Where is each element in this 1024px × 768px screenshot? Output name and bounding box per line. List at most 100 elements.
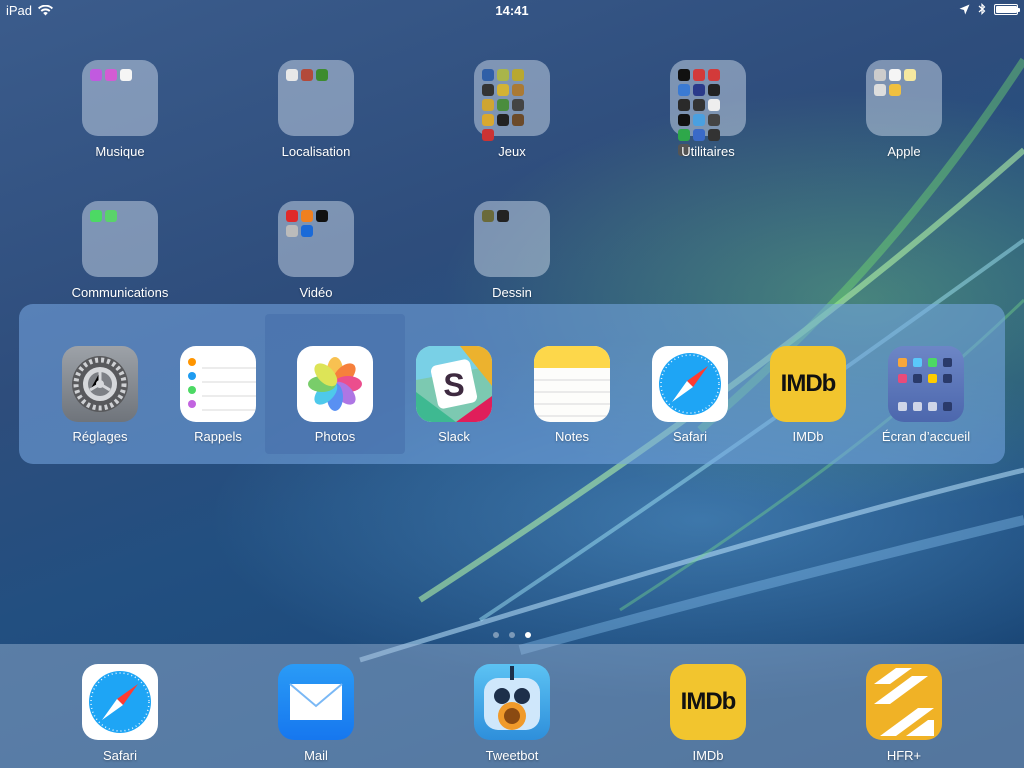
- switcher-app-label: Réglages: [72, 429, 128, 444]
- dock-app-label: Mail: [304, 748, 328, 763]
- switcher-app-label: Safari: [673, 429, 707, 444]
- folder-app-icon: [678, 84, 690, 96]
- folder-app-icon: [497, 114, 509, 126]
- status-bar: iPad 14:41: [0, 0, 1024, 20]
- folder-app-icon: [904, 69, 916, 81]
- folder-app-icon: [874, 84, 886, 96]
- folder-app-icon: [708, 129, 720, 141]
- folder-app-icon: [482, 84, 494, 96]
- imdb-icon: IMDb: [770, 346, 846, 422]
- switcher-app-home-screen[interactable]: Écran d’accueil: [867, 314, 985, 454]
- folder-app-icon: [482, 210, 494, 222]
- folder-label: Jeux: [498, 144, 526, 159]
- dock-app-safari[interactable]: Safari: [40, 664, 200, 763]
- folder-app-icon: [512, 99, 524, 111]
- tweetbot-icon: [474, 664, 550, 740]
- battery-fill: [996, 5, 1017, 13]
- dock-app-mail[interactable]: Mail: [236, 664, 396, 763]
- dock-app-tweetbot[interactable]: Tweetbot: [432, 664, 592, 763]
- folder-icon: [82, 60, 158, 136]
- dock-app-hfr[interactable]: HFR+: [824, 664, 984, 763]
- switcher-app-safari[interactable]: Safari: [631, 314, 749, 454]
- dock-app-imdb[interactable]: IMDb IMDb: [628, 664, 788, 763]
- status-right: [959, 3, 1020, 15]
- folder-app-icon: [512, 84, 524, 96]
- folder-app-icon: [120, 69, 132, 81]
- folder-app-icon: [708, 114, 720, 126]
- folder-app-icon: [678, 114, 690, 126]
- folder-app-icon: [482, 69, 494, 81]
- folder-app-icon: [497, 99, 509, 111]
- folder-app-icon: [693, 69, 705, 81]
- folder-icon: [474, 201, 550, 277]
- folder-app-icon: [497, 69, 509, 81]
- dock-app-label: Safari: [103, 748, 137, 763]
- folder-app-icon: [889, 69, 901, 81]
- hfr-icon: [866, 664, 942, 740]
- switcher-app-label: Notes: [555, 429, 589, 444]
- folder-app-icon: [497, 84, 509, 96]
- page-dot[interactable]: [509, 632, 515, 638]
- mail-icon: [278, 664, 354, 740]
- folder-app-icon: [482, 99, 494, 111]
- switcher-app-label: Rappels: [194, 429, 242, 444]
- folder-app-icon: [693, 99, 705, 111]
- page-dot[interactable]: [525, 632, 531, 638]
- dock: Safari Mail Tweetbot IMDb IMDb HFR+: [0, 644, 1024, 768]
- folder-app-icon: [286, 69, 298, 81]
- folder-label: Musique: [95, 144, 145, 159]
- dock-app-label: Tweetbot: [485, 748, 539, 763]
- switcher-app-slack[interactable]: S Slack: [395, 314, 513, 454]
- folder-app-icon: [301, 225, 313, 237]
- switcher-app-label: IMDb: [792, 429, 824, 444]
- folder-2[interactable]: Jeux: [432, 60, 592, 159]
- location-arrow-icon: [959, 4, 970, 14]
- folder-4[interactable]: Apple: [824, 60, 984, 159]
- folder-0[interactable]: Musique: [40, 60, 200, 159]
- switcher-app-notes[interactable]: Notes: [513, 314, 631, 454]
- folder-app-icon: [874, 69, 886, 81]
- folder-app-icon: [301, 210, 313, 222]
- folder-label: Apple: [887, 144, 921, 159]
- folder-icon: [670, 60, 746, 156]
- imdb-icon: IMDb: [670, 664, 746, 740]
- app-switcher: Réglages Rappels Photos S Slack Notes Safari IM…: [19, 304, 1005, 464]
- folder-app-icon: [678, 99, 690, 111]
- folder-7[interactable]: Dessin: [432, 201, 592, 300]
- folder-icon: [278, 60, 354, 136]
- settings-icon: [62, 346, 138, 422]
- notes-icon: [534, 346, 610, 422]
- page-indicator[interactable]: [0, 632, 1024, 638]
- folder-5[interactable]: Communications: [40, 201, 200, 300]
- folder-1[interactable]: Localisation: [236, 60, 396, 159]
- switcher-app-imdb[interactable]: IMDb IMDb: [749, 314, 867, 454]
- folder-6[interactable]: Vidéo: [236, 201, 396, 300]
- folder-app-icon: [90, 210, 102, 222]
- folder-app-icon: [708, 69, 720, 81]
- switcher-app-settings[interactable]: Réglages: [41, 314, 159, 454]
- folder-icon: [474, 60, 550, 141]
- switcher-app-photos[interactable]: Photos: [265, 314, 405, 454]
- folder-app-icon: [678, 69, 690, 81]
- folder-app-icon: [693, 129, 705, 141]
- folder-icon: [866, 60, 942, 136]
- folder-3[interactable]: Utilitaires: [628, 60, 788, 159]
- folder-app-icon: [301, 69, 313, 81]
- switcher-app-reminders[interactable]: Rappels: [159, 314, 277, 454]
- svg-text:S: S: [443, 367, 464, 403]
- folder-label: Utilitaires: [681, 144, 735, 159]
- folder-label: Vidéo: [299, 285, 333, 300]
- folder-app-icon: [286, 210, 298, 222]
- folder-app-icon: [497, 210, 509, 222]
- switcher-app-label: Photos: [314, 429, 356, 444]
- folder-app-icon: [693, 114, 705, 126]
- switcher-app-label: Slack: [438, 429, 470, 444]
- page-dot[interactable]: [493, 632, 499, 638]
- folder-app-icon: [105, 210, 117, 222]
- photos-icon: [297, 346, 373, 422]
- folder-app-icon: [678, 129, 690, 141]
- folder-app-icon: [693, 84, 705, 96]
- folder-label: Localisation: [281, 144, 351, 159]
- safari-icon: [652, 346, 728, 422]
- safari-icon: [82, 664, 158, 740]
